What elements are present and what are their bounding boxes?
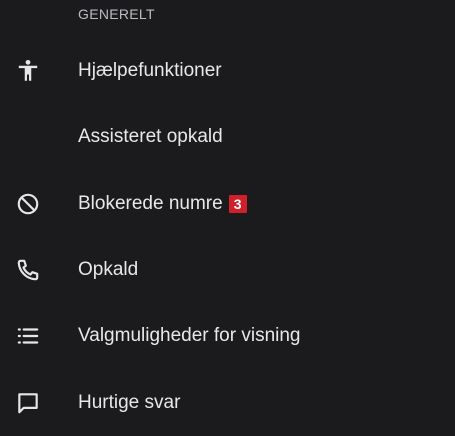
settings-item-blocked-numbers[interactable]: Blokerede numre 3 <box>0 171 455 237</box>
settings-item-label: Hjælpefunktioner <box>78 60 222 81</box>
block-icon <box>14 190 42 218</box>
settings-item-calls[interactable]: Opkald <box>0 237 455 303</box>
settings-item-label: Assisteret opkald <box>78 126 223 147</box>
section-header: GENERELT <box>78 6 155 22</box>
settings-item-label: Blokerede numre <box>78 193 223 214</box>
phone-icon <box>14 256 42 284</box>
settings-item-label: Opkald <box>78 259 139 280</box>
count-badge: 3 <box>228 195 247 213</box>
settings-item-quick-responses[interactable]: Hurtige svar <box>0 370 455 436</box>
settings-item-display-options[interactable]: Valgmuligheder for visning <box>0 303 455 369</box>
settings-item-assisted-dialing[interactable]: Assisteret opkald <box>0 104 455 170</box>
settings-item-label: Hurtige svar <box>78 392 181 413</box>
accessibility-icon <box>14 57 42 85</box>
settings-item-label-wrap: Blokerede numre 3 <box>78 193 247 215</box>
list-icon <box>14 322 42 350</box>
settings-item-accessibility[interactable]: Hjælpefunktioner <box>0 38 455 104</box>
settings-item-label: Valgmuligheder for visning <box>78 325 301 346</box>
message-icon <box>14 389 42 417</box>
